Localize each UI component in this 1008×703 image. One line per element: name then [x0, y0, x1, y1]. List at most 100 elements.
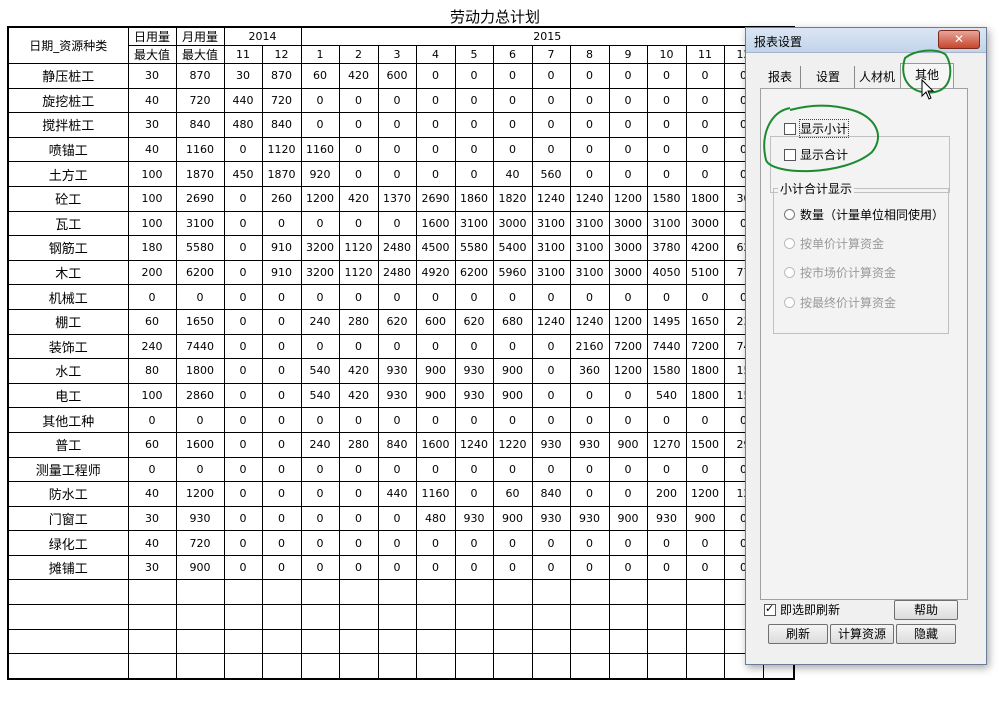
- value-cell[interactable]: 0: [377, 284, 417, 310]
- value-cell[interactable]: 30: [127, 554, 177, 581]
- value-cell[interactable]: 0: [415, 554, 456, 581]
- value-cell[interactable]: 480: [223, 112, 263, 138]
- value-cell[interactable]: 0: [338, 530, 379, 556]
- value-cell[interactable]: 0: [338, 407, 379, 433]
- value-cell[interactable]: 720: [261, 87, 302, 114]
- value-cell[interactable]: 1495: [646, 308, 687, 335]
- value-cell[interactable]: 0: [608, 63, 648, 89]
- value-cell[interactable]: 240: [127, 333, 177, 360]
- table-row[interactable]: 机械工 0 0 0 0 0 0 0 0 0 0 0 0 0 0 0 0: [7, 284, 795, 310]
- value-cell[interactable]: 0: [415, 87, 456, 114]
- value-cell[interactable]: 1580: [646, 358, 687, 384]
- value-cell[interactable]: 7440: [175, 333, 225, 360]
- value-cell[interactable]: 2480: [377, 235, 417, 261]
- value-cell[interactable]: 1270: [646, 431, 687, 458]
- table-row[interactable]: 摊铺工 30 900 0 0 0 0 0 0 0 0 0 0 0 0 0 0: [7, 554, 795, 581]
- value-cell[interactable]: 0: [454, 554, 494, 581]
- value-cell[interactable]: 1240: [531, 185, 571, 212]
- value-cell[interactable]: 0: [685, 554, 725, 581]
- table-row[interactable]: 搅拌桩工 30 840 480 840 0 0 0 0 0 0 0 0 0 0 0 0: [7, 112, 795, 138]
- value-cell[interactable]: 40: [127, 87, 177, 114]
- value-cell[interactable]: 0: [261, 284, 302, 310]
- value-cell[interactable]: 0: [223, 259, 263, 286]
- value-cell[interactable]: 0: [261, 530, 302, 556]
- value-cell[interactable]: 930: [569, 505, 610, 532]
- resource-name-cell[interactable]: 其他工种: [7, 407, 129, 433]
- value-cell[interactable]: 0: [338, 333, 379, 360]
- resource-name-cell[interactable]: 钢筋工: [7, 235, 129, 261]
- value-cell[interactable]: 1240: [569, 308, 610, 335]
- value-cell[interactable]: 1160: [175, 136, 225, 163]
- value-cell[interactable]: 0: [223, 358, 263, 384]
- value-cell[interactable]: 1240: [454, 431, 494, 458]
- value-cell[interactable]: 1580: [646, 185, 687, 212]
- value-cell[interactable]: 0: [492, 136, 533, 163]
- value-cell[interactable]: 440: [223, 87, 263, 114]
- value-cell[interactable]: 3100: [454, 210, 494, 237]
- tab-report[interactable]: 报表: [760, 66, 801, 88]
- value-cell[interactable]: 0: [646, 554, 687, 581]
- value-cell[interactable]: 3780: [646, 235, 687, 261]
- value-cell[interactable]: 540: [300, 382, 340, 409]
- value-cell[interactable]: 1650: [175, 308, 225, 335]
- value-cell[interactable]: 3100: [175, 210, 225, 237]
- value-cell[interactable]: 1200: [608, 308, 648, 335]
- value-cell[interactable]: 900: [175, 554, 225, 581]
- value-cell[interactable]: 0: [454, 112, 494, 138]
- value-cell[interactable]: 0: [569, 382, 610, 409]
- radio-circle[interactable]: [784, 297, 795, 308]
- table-row[interactable]: 木工 200 6200 0 910 3200 1120 2480 4920 6200 5960 310…: [7, 259, 795, 286]
- value-cell[interactable]: 40: [127, 530, 177, 556]
- resource-name-cell[interactable]: 静压桩工: [7, 63, 129, 89]
- value-cell[interactable]: 0: [492, 333, 533, 360]
- value-cell[interactable]: 420: [338, 358, 379, 384]
- value-cell[interactable]: 900: [492, 382, 533, 409]
- value-cell[interactable]: 0: [377, 161, 417, 187]
- value-cell[interactable]: 0: [608, 136, 648, 163]
- value-cell[interactable]: 3100: [569, 259, 610, 286]
- value-cell[interactable]: 3100: [531, 210, 571, 237]
- value-cell[interactable]: 60: [300, 63, 340, 89]
- value-cell[interactable]: 240: [300, 431, 340, 458]
- value-cell[interactable]: 0: [492, 63, 533, 89]
- value-cell[interactable]: 0: [300, 87, 340, 114]
- value-cell[interactable]: 930: [377, 382, 417, 409]
- value-cell[interactable]: 0: [608, 161, 648, 187]
- value-cell[interactable]: 360: [569, 358, 610, 384]
- value-cell[interactable]: 30: [127, 63, 177, 89]
- value-cell[interactable]: 100: [127, 185, 177, 212]
- value-cell[interactable]: 2480: [377, 259, 417, 286]
- value-cell[interactable]: 920: [300, 161, 340, 187]
- value-cell[interactable]: 0: [608, 554, 648, 581]
- value-cell[interactable]: 0: [492, 407, 533, 433]
- value-cell[interactable]: 0: [261, 505, 302, 532]
- table-row[interactable]: 瓦工 100 3100 0 0 0 0 0 1600 3100 3000 3100 3100 3000 31…: [7, 210, 795, 237]
- value-cell[interactable]: 0: [261, 431, 302, 458]
- value-cell[interactable]: 0: [415, 112, 456, 138]
- value-cell[interactable]: 0: [300, 407, 340, 433]
- value-cell[interactable]: 680: [492, 308, 533, 335]
- value-cell[interactable]: 3000: [685, 210, 725, 237]
- calc-resource-button[interactable]: 计算资源: [830, 624, 894, 644]
- value-cell[interactable]: 40: [127, 481, 177, 507]
- value-cell[interactable]: 0: [569, 87, 610, 114]
- value-cell[interactable]: 930: [569, 431, 610, 458]
- value-cell[interactable]: 0: [261, 481, 302, 507]
- value-cell[interactable]: 900: [492, 358, 533, 384]
- value-cell[interactable]: 840: [377, 431, 417, 458]
- value-cell[interactable]: 0: [300, 554, 340, 581]
- resource-name-cell[interactable]: 木工: [7, 259, 129, 286]
- radio-quantity[interactable]: 数量（计量单位相同使用）: [784, 206, 944, 223]
- value-cell[interactable]: 0: [531, 333, 571, 360]
- value-cell[interactable]: 0: [531, 456, 571, 483]
- resource-name-cell[interactable]: 机械工: [7, 284, 129, 310]
- resource-name-cell[interactable]: 土方工: [7, 161, 129, 187]
- show-total-checkbox[interactable]: 显示合计: [784, 146, 848, 163]
- value-cell[interactable]: 440: [377, 481, 417, 507]
- value-cell[interactable]: 0: [300, 530, 340, 556]
- value-cell[interactable]: 3100: [646, 210, 687, 237]
- value-cell[interactable]: 0: [646, 161, 687, 187]
- value-cell[interactable]: 900: [492, 505, 533, 532]
- value-cell[interactable]: 1200: [685, 481, 725, 507]
- value-cell[interactable]: 0: [454, 456, 494, 483]
